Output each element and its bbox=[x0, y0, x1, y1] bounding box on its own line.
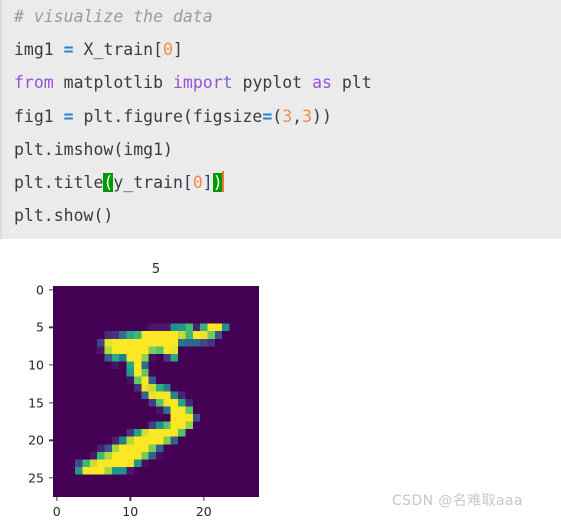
matplotlib-figure: 5 0 5 10 15 20 25 0 10 20 bbox=[0, 239, 561, 519]
code-token-comment: # visualize the data bbox=[14, 7, 213, 26]
y-tick-mark bbox=[49, 326, 53, 329]
code-token-plain: plt.figure(figsize bbox=[73, 106, 263, 126]
code-token-kw: from bbox=[14, 73, 54, 93]
code-line[interactable]: fig1 = plt.figure(figsize=(3,3)) bbox=[14, 100, 372, 133]
code-token-plain: ( bbox=[272, 106, 283, 126]
code-token-num: 0 bbox=[163, 40, 173, 60]
code-token-kw: as bbox=[312, 73, 332, 93]
code-token-brk: ] bbox=[202, 172, 213, 192]
code-token-plain: X_train bbox=[73, 40, 154, 60]
code-line[interactable]: plt.title(y_train[0]) bbox=[14, 166, 372, 199]
x-tick-mark bbox=[56, 497, 58, 501]
y-tick-label: 15 bbox=[28, 395, 44, 411]
code-line[interactable]: plt.imshow(img1) bbox=[14, 133, 372, 166]
plot-title: 5 bbox=[151, 262, 161, 277]
y-tick-mark bbox=[49, 402, 53, 404]
code-token-brk: ] bbox=[172, 40, 183, 60]
code-token-plain: plt.title bbox=[14, 172, 104, 192]
code-token-plain: )) bbox=[312, 106, 332, 126]
code-token-op: = bbox=[63, 40, 74, 60]
code-token-kw: import bbox=[172, 73, 233, 93]
code-token-plain: plt.show() bbox=[14, 206, 114, 226]
code-token-plain: img1 bbox=[14, 40, 64, 60]
code-token-brk: [ bbox=[153, 40, 164, 60]
y-tick-mark bbox=[49, 439, 53, 442]
code-token-num: 3 bbox=[282, 106, 293, 126]
y-tick-label: 10 bbox=[28, 357, 44, 373]
code-token-plain: matplotlib bbox=[53, 73, 173, 93]
y-tick-label: 20 bbox=[28, 432, 44, 448]
code-line[interactable]: plt.show() bbox=[14, 199, 372, 232]
code-token-plain: y_train bbox=[113, 172, 183, 192]
code-token-plain: plt bbox=[331, 73, 372, 93]
y-axis-ticks: 0 5 10 15 20 25 bbox=[0, 282, 53, 497]
csdn-watermark: CSDN @名难取aaa bbox=[392, 493, 523, 509]
code-token-plain: , bbox=[292, 106, 303, 126]
y-tick-mark bbox=[49, 477, 53, 479]
code-token-op: = bbox=[262, 106, 273, 126]
code-line[interactable]: img1 = X_train[0] bbox=[14, 33, 372, 66]
y-tick-label: 0 bbox=[36, 282, 44, 298]
code-token-match: ( bbox=[103, 172, 114, 192]
x-tick-mark bbox=[203, 497, 205, 501]
code-token-num: 3 bbox=[302, 106, 313, 126]
code-token-num: 0 bbox=[192, 172, 203, 192]
mnist-digit-heatmap bbox=[53, 286, 259, 497]
y-tick-mark bbox=[49, 364, 53, 366]
code-token-brk: [ bbox=[182, 172, 193, 192]
text-cursor bbox=[221, 170, 224, 192]
image-axes bbox=[53, 286, 259, 497]
code-line[interactable]: # visualize the data bbox=[14, 0, 372, 33]
code-token-plain: plt.imshow(img1) bbox=[14, 139, 173, 159]
code-editor-lines[interactable]: # visualize the data img1 = X_train[0] fro… bbox=[14, 0, 372, 232]
code-token-plain: fig1 bbox=[14, 106, 64, 126]
y-tick-label: 25 bbox=[28, 470, 44, 486]
code-cell-left-border bbox=[0, 0, 2, 239]
x-tick-mark bbox=[129, 497, 131, 501]
code-token-plain: pyplot bbox=[232, 73, 313, 93]
code-token-op: = bbox=[63, 106, 74, 126]
y-tick-mark bbox=[49, 289, 53, 291]
x-axis-ticks: 0 10 20 bbox=[53, 497, 259, 521]
y-tick-label: 5 bbox=[36, 319, 44, 335]
code-cell[interactable]: # visualize the data img1 = X_train[0] fro… bbox=[0, 0, 561, 239]
code-line[interactable]: from matplotlib import pyplot as plt bbox=[14, 66, 372, 99]
